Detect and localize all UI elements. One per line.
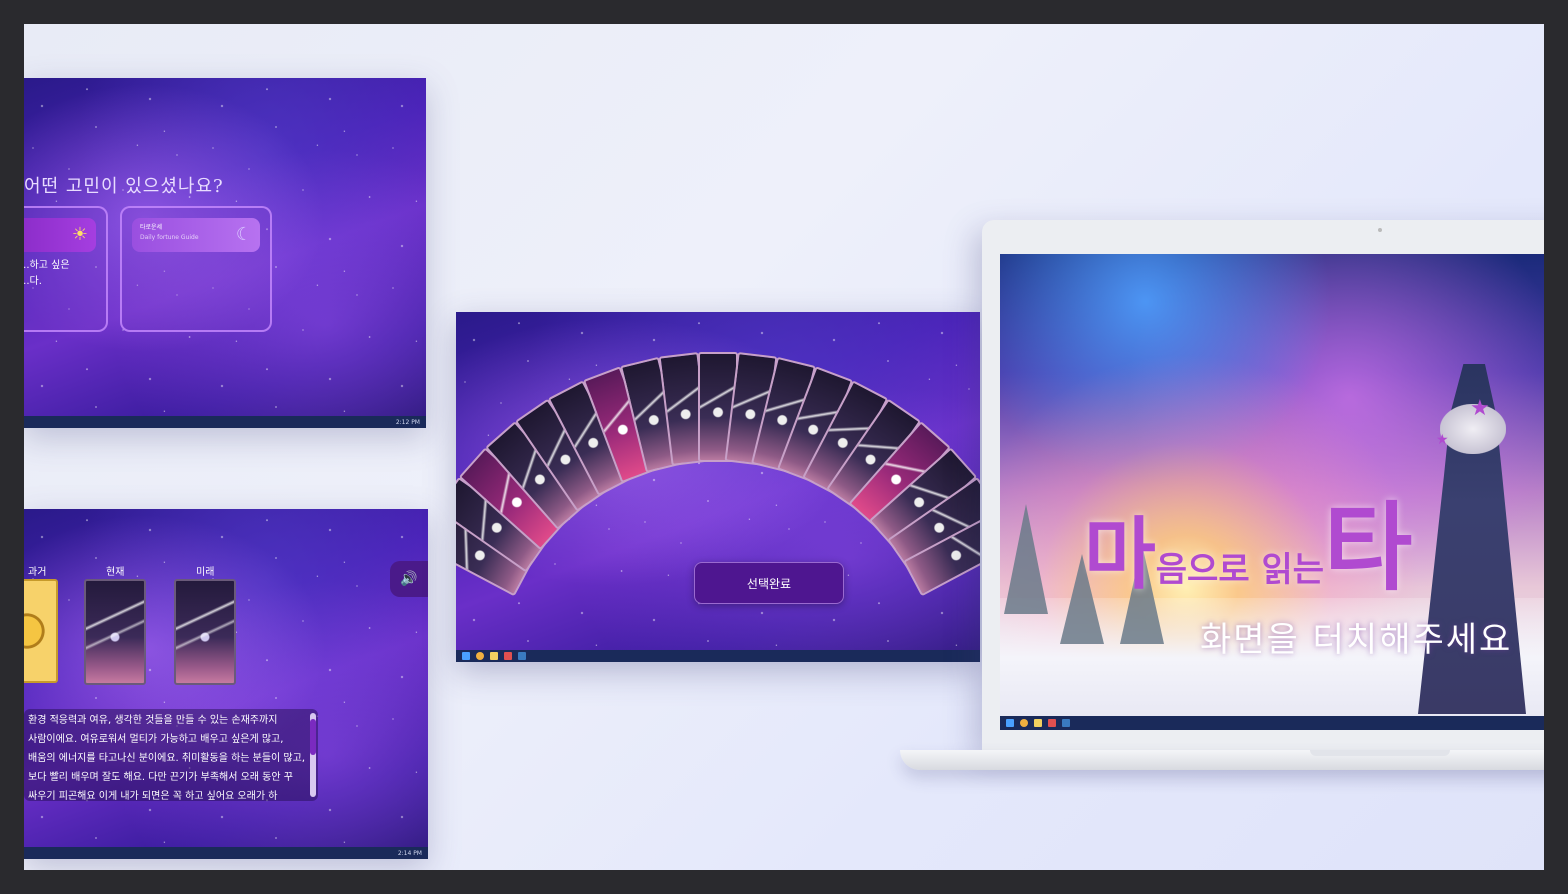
speaker-icon: 🔊 bbox=[400, 571, 418, 587]
tree-image bbox=[1004, 504, 1048, 614]
taskbar bbox=[456, 650, 980, 662]
sun-icon: ☀ bbox=[71, 224, 88, 245]
taskbar-time: 2:14 PM bbox=[397, 849, 422, 857]
option-card-night[interactable]: 타로운세 Daily fortune Guide ☾ bbox=[120, 206, 272, 332]
star-icon: ★ bbox=[1436, 432, 1449, 448]
taskbar bbox=[1000, 716, 1544, 730]
camera-icon bbox=[1378, 228, 1382, 232]
confirm-button[interactable]: 선택완료 bbox=[694, 562, 844, 604]
app-icon[interactable] bbox=[518, 652, 526, 660]
touch-prompt: 화면을 터치해주세요 bbox=[1200, 620, 1513, 660]
story-line: 환경 적응력과 여유, 생각한 것들을 만들 수 있는 손재주까지 bbox=[28, 715, 278, 726]
laptop-base bbox=[900, 750, 1544, 770]
question-title: 어떤 고민이 있으셨나요? bbox=[24, 176, 224, 197]
folder-icon[interactable] bbox=[1034, 719, 1042, 727]
app-title: 마음으로 읽는타 bbox=[1084, 491, 1413, 604]
sound-button[interactable]: 🔊 bbox=[390, 561, 428, 597]
taskbar: 2:14 PM bbox=[24, 847, 428, 859]
showcase-frame: 어떤 고민이 있으셨나요? ☀ ...하고 싶은 ...다. 타로운세 Dail… bbox=[24, 24, 1544, 870]
tarot-card-future[interactable] bbox=[174, 579, 236, 685]
app-icon[interactable] bbox=[504, 652, 512, 660]
story-box: 환경 적응력과 여유, 생각한 것들을 만들 수 있는 손재주까지 사람이에요.… bbox=[24, 709, 318, 801]
option-card-day[interactable]: ☀ ...하고 싶은 ...다. bbox=[24, 206, 108, 332]
app-icon[interactable] bbox=[1062, 719, 1070, 727]
windows-icon[interactable] bbox=[462, 652, 470, 660]
app-icon[interactable] bbox=[1048, 719, 1056, 727]
slot-label-present: 현재 bbox=[106, 567, 125, 578]
scroll-thumb[interactable] bbox=[310, 719, 316, 755]
slot-label-past: 과거 bbox=[28, 567, 47, 578]
taskbar-time: 2:12 PM bbox=[395, 418, 420, 426]
windows-icon[interactable] bbox=[1006, 719, 1014, 727]
option-desc-day: ...하고 싶은 ...다. bbox=[24, 260, 70, 287]
taskbar: 2:12 PM bbox=[24, 416, 426, 428]
star-icon: ★ bbox=[1470, 396, 1490, 421]
tarot-card-past[interactable] bbox=[24, 579, 58, 683]
option-head-day: ☀ bbox=[24, 218, 96, 252]
screen-card-selection: 선택완료 bbox=[456, 312, 980, 662]
screen-reading: 과거 현재 미래 🔊 환경 적응력과 여유, 생각한 것들을 만들 수 있는 손… bbox=[24, 509, 428, 859]
tarot-card-present[interactable] bbox=[84, 579, 146, 685]
story-line: 사람이에요. 여유로워서 멀티가 가능하고 배우고 싶은게 많고, bbox=[28, 734, 284, 745]
screen-question: 어떤 고민이 있으셨나요? ☀ ...하고 싶은 ...다. 타로운세 Dail… bbox=[24, 78, 426, 428]
folder-icon[interactable] bbox=[490, 652, 498, 660]
chrome-icon[interactable] bbox=[1020, 719, 1028, 727]
chrome-icon[interactable] bbox=[476, 652, 484, 660]
story-line: 싸우기 피곤해요 이게 내가 되면은 꼭 하고 싶어요 오래가 하 bbox=[28, 791, 278, 801]
story-line: 보다 빨리 배우며 잘도 해요. 다만 끈기가 부족해서 오래 동안 꾸 bbox=[28, 772, 293, 783]
story-line: 배움의 에너지를 타고나신 분이에요. 취미활동을 하는 분들이 많고, bbox=[28, 753, 306, 764]
slot-label-future: 미래 bbox=[196, 567, 215, 578]
laptop-screen[interactable]: ★ ★ 마음으로 읽는타 화면을 터치해주세요 bbox=[1000, 254, 1544, 730]
option-head-night: 타로운세 Daily fortune Guide ☾ bbox=[132, 218, 260, 252]
moon-icon: ☾ bbox=[235, 224, 252, 245]
laptop: ★ ★ 마음으로 읽는타 화면을 터치해주세요 bbox=[982, 220, 1544, 750]
story-scrollbar[interactable] bbox=[310, 713, 316, 797]
